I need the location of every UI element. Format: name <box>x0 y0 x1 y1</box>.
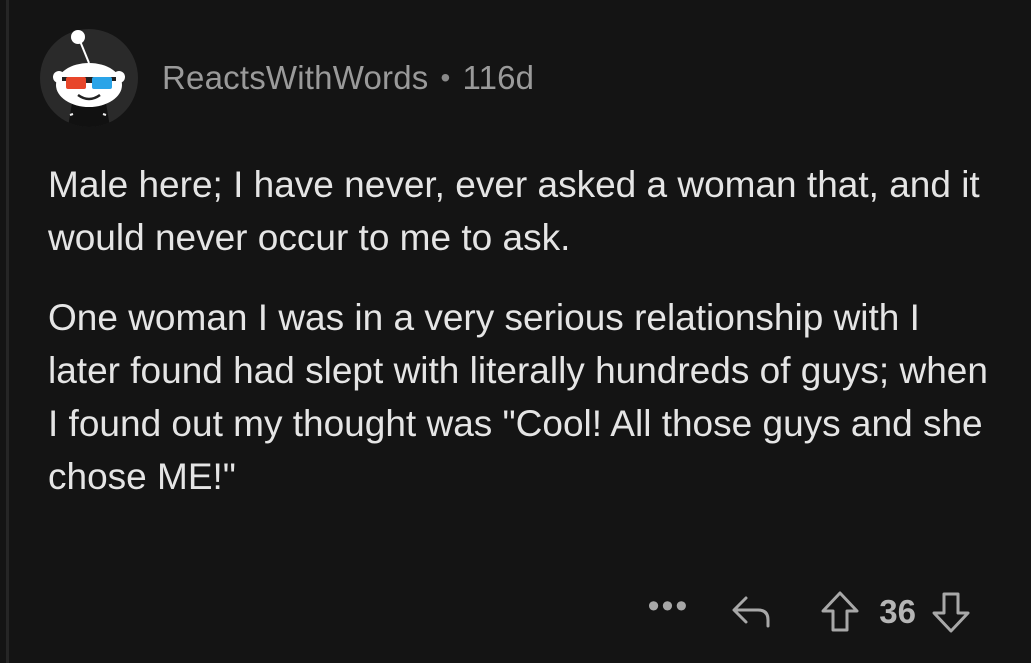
comment-header: ReactsWithWords • 116d <box>40 18 534 138</box>
more-icon[interactable]: ••• <box>648 589 690 623</box>
avatar[interactable] <box>40 29 138 127</box>
comment-paragraph: Male here; I have never, ever asked a wo… <box>48 164 980 258</box>
comment-age: 116d <box>462 59 535 96</box>
comment-actions: ••• 36 <box>648 586 976 638</box>
downvote-icon[interactable] <box>926 587 976 637</box>
author-name[interactable]: ReactsWithWords <box>162 59 428 97</box>
author-line: ReactsWithWords • 116d <box>162 59 534 97</box>
score-count: 36 <box>879 593 916 630</box>
meta-separator: • <box>440 62 451 93</box>
snoo-avatar-icon <box>40 29 138 127</box>
comment: ReactsWithWords • 116d Male here; I have… <box>40 0 1006 663</box>
reply-icon[interactable] <box>727 587 777 637</box>
comment-paragraph: One woman I was in a very serious relati… <box>48 297 988 497</box>
upvote-icon[interactable] <box>815 587 865 637</box>
comment-body: Male here; I have never, ever asked a wo… <box>48 158 988 530</box>
thread-line <box>6 0 9 663</box>
